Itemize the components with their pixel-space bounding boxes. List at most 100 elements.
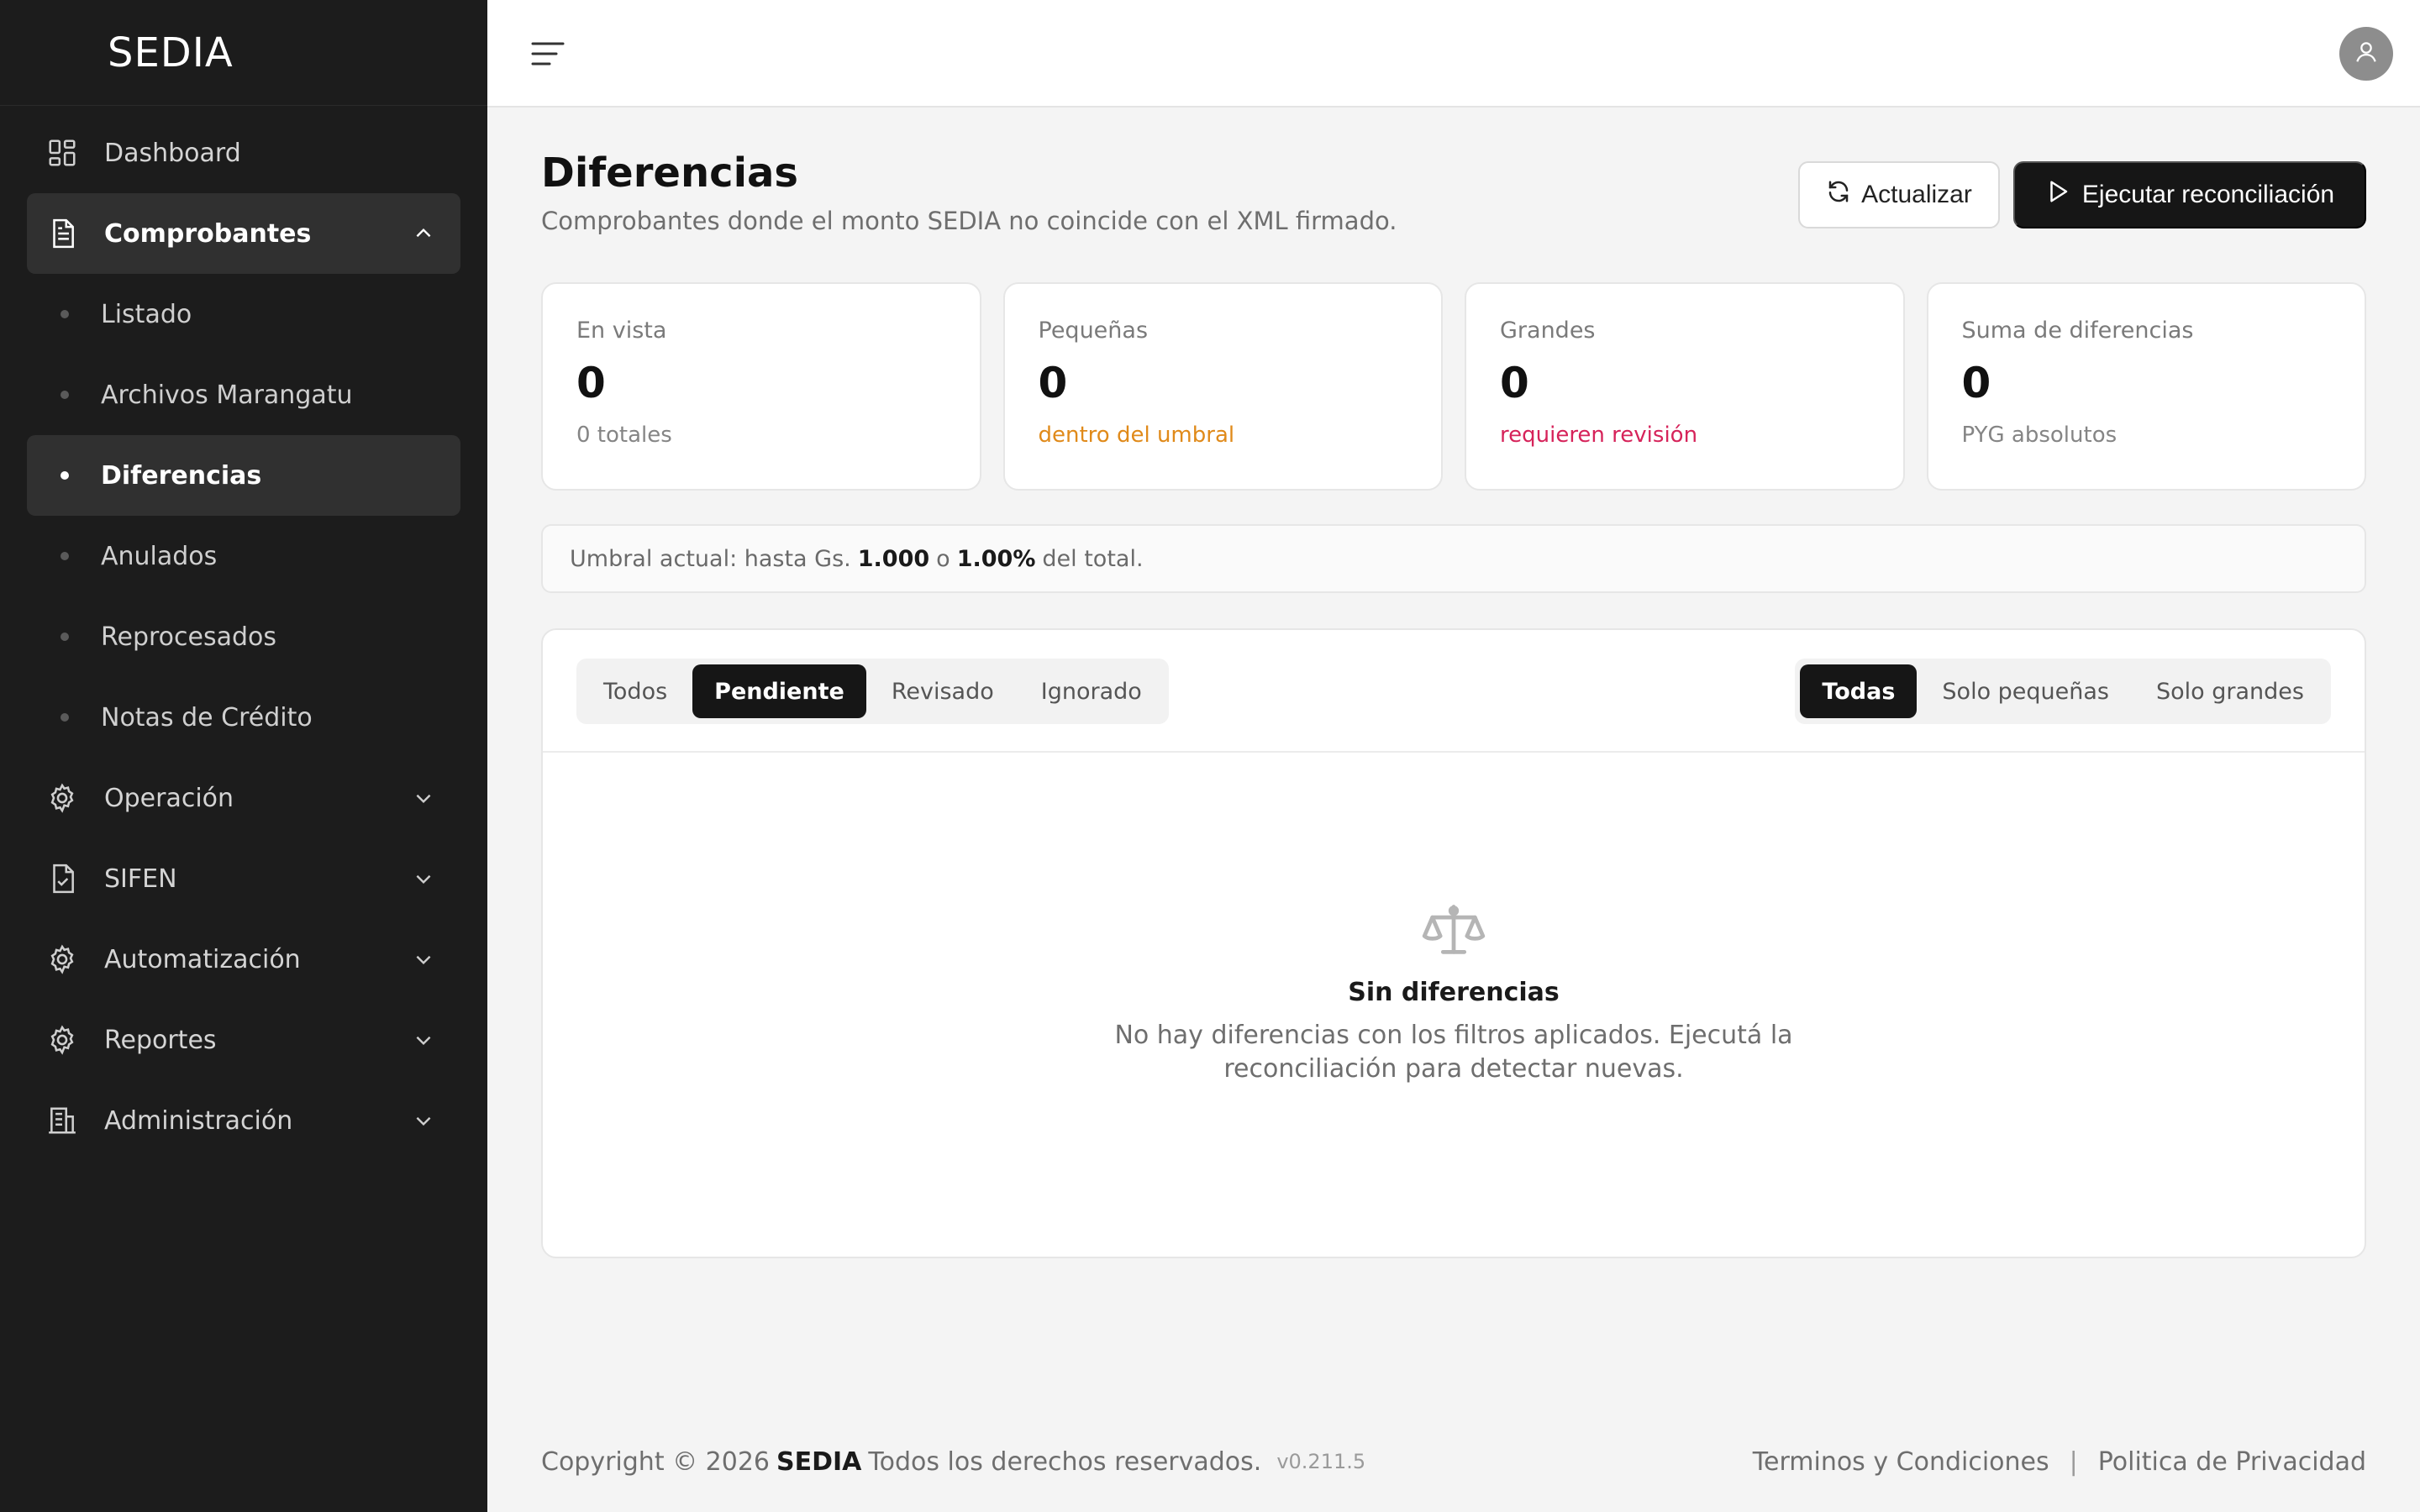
sidebar-subitem-listado[interactable]: Listado xyxy=(27,274,460,354)
sidebar-item-label: Comprobantes xyxy=(104,218,312,249)
sidebar-item-label: Reportes xyxy=(104,1025,217,1055)
building-icon xyxy=(45,1104,79,1137)
chevron-down-icon xyxy=(412,786,435,810)
empty-state: Sin diferencias No hay diferencias con l… xyxy=(543,899,2365,1086)
privacy-link[interactable]: Politica de Privacidad xyxy=(2098,1447,2366,1477)
stat-note: PYG absolutos xyxy=(1961,423,2118,448)
stat-note: requieren revisión xyxy=(1500,423,1698,448)
refresh-icon xyxy=(1826,179,1851,211)
bullet-dot xyxy=(60,391,69,399)
status-tab-todos[interactable]: Todos xyxy=(581,664,689,718)
sidebar-subitem-diferencias[interactable]: Diferencias xyxy=(27,435,460,516)
sidebar-item-administracion[interactable]: Administración xyxy=(27,1080,460,1161)
page-title: Diferencias xyxy=(541,150,798,197)
stat-label: Grandes xyxy=(1500,318,1596,344)
chevron-down-icon xyxy=(412,1028,435,1052)
stat-card-en-vista: En vista 0 0 totales xyxy=(541,282,981,491)
stat-note: dentro del umbral xyxy=(1038,423,1235,448)
sidebar-item-label: Automatización xyxy=(104,944,301,974)
sidebar-item-label: Administración xyxy=(104,1105,293,1136)
stat-label: Pequeñas xyxy=(1038,318,1149,344)
user-avatar[interactable] xyxy=(2339,27,2393,81)
sidebar-subitem-notas-de-credito[interactable]: Notas de Crédito xyxy=(27,677,460,758)
app-version: v0.211.5 xyxy=(1276,1450,1366,1473)
stat-value: 0 xyxy=(576,359,606,407)
gear-icon xyxy=(45,942,79,976)
sidebar-item-label: Dashboard xyxy=(104,138,241,168)
stat-card-pequenas: Pequeñas 0 dentro del umbral xyxy=(1002,282,1443,491)
stat-note: 0 totales xyxy=(576,423,672,448)
sidebar-subitem-label: Diferencias xyxy=(101,460,262,491)
bullet-dot xyxy=(60,471,69,480)
sidebar-item-sifen[interactable]: SIFEN xyxy=(27,838,460,919)
footer: Copyright © 2026 SEDIA Todos los derecho… xyxy=(541,1443,2366,1480)
stat-value: 0 xyxy=(1961,359,1991,407)
page-subtitle: Comprobantes donde el monto SEDIA no coi… xyxy=(541,207,1397,235)
brand: SEDIA xyxy=(0,0,487,106)
play-icon xyxy=(2045,179,2070,211)
sidebar-subitem-anulados[interactable]: Anulados xyxy=(27,516,460,596)
gear-icon xyxy=(45,1023,79,1057)
sidebar-subitem-label: Anulados xyxy=(101,541,218,571)
threshold-percent: 1.00% xyxy=(956,545,1036,572)
status-filter: Todos Pendiente Revisado Ignorado xyxy=(576,659,1169,724)
sidebar-item-comprobantes[interactable]: Comprobantes xyxy=(27,193,460,274)
footer-copyright: Copyright © 2026 xyxy=(541,1446,771,1477)
sidebar-item-automatizacion[interactable]: Automatización xyxy=(27,919,460,1000)
chevron-down-icon xyxy=(412,867,435,890)
sidebar-subitem-label: Notas de Crédito xyxy=(101,702,313,732)
grid-icon xyxy=(45,136,79,170)
chevron-up-icon xyxy=(412,222,435,245)
stat-card-suma-diferencias: Suma de diferencias 0 PYG absolutos xyxy=(1926,282,2366,491)
sidebar-subitem-reprocesados[interactable]: Reprocesados xyxy=(27,596,460,677)
document-icon xyxy=(45,217,79,250)
threshold-suffix: del total. xyxy=(1042,545,1144,572)
stat-value: 0 xyxy=(1038,359,1068,407)
panel-filters: Todos Pendiente Revisado Ignorado Todas … xyxy=(543,630,2365,753)
run-reconciliation-button[interactable]: Ejecutar reconciliación xyxy=(2013,161,2366,228)
stat-card-grandes: Grandes 0 requieren revisión xyxy=(1465,282,1905,491)
sidebar-subitem-label: Reprocesados xyxy=(101,622,277,652)
empty-state-title: Sin diferencias xyxy=(1348,978,1560,1007)
size-filter: Todas Solo pequeñas Solo grandes xyxy=(1795,659,2331,724)
sidebar-item-label: Operación xyxy=(104,783,234,813)
refresh-button-label: Actualizar xyxy=(1861,181,1972,208)
differences-panel: Todos Pendiente Revisado Ignorado Todas … xyxy=(541,628,2366,1258)
size-tab-solo-pequenas[interactable]: Solo pequeñas xyxy=(1920,664,2131,718)
threshold-info: Umbral actual: hasta Gs. 1.000 o 1.00% d… xyxy=(541,524,2366,593)
sidebar-subitem-label: Listado xyxy=(101,299,192,329)
threshold-prefix: Umbral actual: hasta Gs. xyxy=(570,545,851,572)
user-icon xyxy=(2352,38,2381,70)
sidebar-nav: Dashboard Comprobantes Listado Archivos … xyxy=(0,113,487,1161)
refresh-button[interactable]: Actualizar xyxy=(1798,161,2000,228)
sidebar-item-operacion[interactable]: Operación xyxy=(27,758,460,838)
sidebar-item-dashboard[interactable]: Dashboard xyxy=(27,113,460,193)
gear-icon xyxy=(45,781,79,815)
footer-brand: SEDIA xyxy=(776,1446,862,1477)
hamburger-icon[interactable] xyxy=(529,37,566,71)
status-tab-pendiente[interactable]: Pendiente xyxy=(692,664,866,718)
status-tab-ignorado[interactable]: Ignorado xyxy=(1019,664,1164,718)
sidebar-subitem-archivos-marangatu[interactable]: Archivos Marangatu xyxy=(27,354,460,435)
terms-link[interactable]: Terminos y Condiciones xyxy=(1753,1447,2049,1477)
bullet-dot xyxy=(60,310,69,318)
sidebar-item-label: SIFEN xyxy=(104,864,177,894)
brand-logo[interactable]: SEDIA xyxy=(108,29,234,76)
size-tab-todas[interactable]: Todas xyxy=(1800,664,1918,718)
file-check-icon xyxy=(45,862,79,895)
sidebar-subitem-label: Archivos Marangatu xyxy=(101,380,353,410)
stat-value: 0 xyxy=(1500,359,1529,407)
sidebar-item-reportes[interactable]: Reportes xyxy=(27,1000,460,1080)
bullet-dot xyxy=(60,552,69,560)
stat-label: En vista xyxy=(576,318,667,344)
chevron-down-icon xyxy=(412,948,435,971)
bullet-dot xyxy=(60,713,69,722)
footer-rights: Todos los derechos reservados. xyxy=(868,1446,1262,1477)
threshold-amount: 1.000 xyxy=(857,545,930,572)
scale-icon xyxy=(1422,899,1486,963)
sidebar: SEDIA Dashboard Comprobantes Listado Arc… xyxy=(0,0,487,1512)
chevron-down-icon xyxy=(412,1109,435,1132)
run-button-label: Ejecutar reconciliación xyxy=(2081,181,2335,208)
size-tab-solo-grandes[interactable]: Solo grandes xyxy=(2134,664,2326,718)
status-tab-revisado[interactable]: Revisado xyxy=(870,664,1016,718)
